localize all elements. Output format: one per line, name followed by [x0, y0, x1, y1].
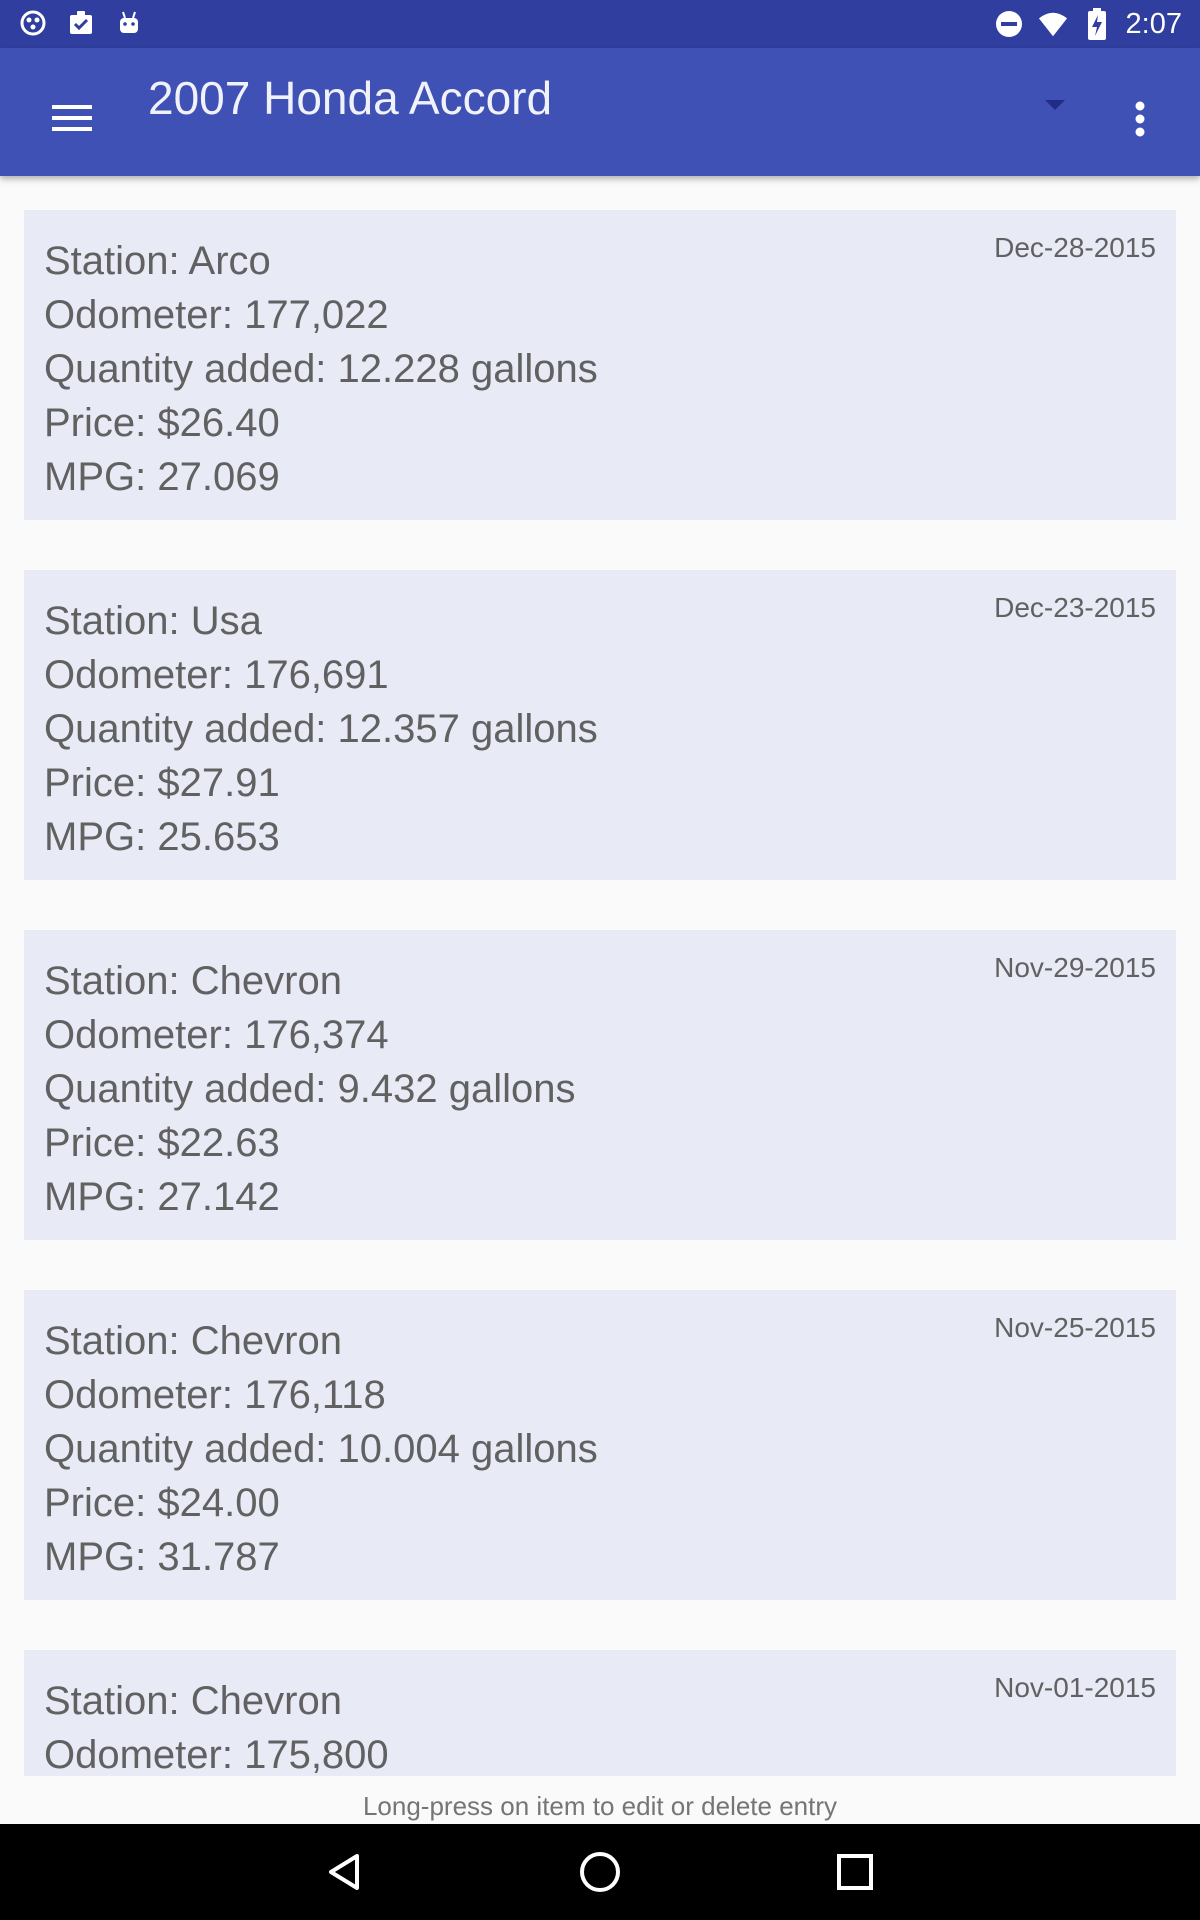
cluster-icon	[18, 8, 48, 38]
fillup-entry[interactable]: Station: Usa Odometer: 176,691 Quantity …	[24, 570, 1176, 880]
edit-hint: Long-press on item to edit or delete ent…	[362, 1791, 838, 1821]
entry-mpg: MPG: 31.787	[44, 1535, 280, 1579]
do-not-disturb-icon	[994, 9, 1024, 39]
entry-price: Price: $27.91	[44, 761, 280, 805]
vehicle-title[interactable]: 2007 Honda Accord	[148, 70, 552, 126]
entry-mpg: MPG: 27.069	[44, 455, 280, 499]
entry-date: Nov-01-2015	[994, 1672, 1156, 1703]
entry-odometer: Odometer: 177,022	[44, 293, 389, 337]
fillup-entry[interactable]: Station: Chevron Odometer: 175,800 Nov-0…	[24, 1650, 1176, 1776]
recents-icon[interactable]	[825, 1842, 885, 1902]
wifi-icon	[1038, 9, 1068, 39]
entry-mpg: MPG: 27.142	[44, 1175, 280, 1219]
entry-station: Station: Chevron	[44, 1679, 342, 1723]
entry-price: Price: $24.00	[44, 1481, 280, 1525]
app-bar: 2007 Honda Accord	[0, 48, 1200, 176]
entry-station: Station: Usa	[44, 599, 262, 643]
hamburger-menu-icon[interactable]	[40, 86, 104, 150]
entry-quantity: Quantity added: 10.004 gallons	[44, 1427, 598, 1471]
entry-date: Dec-23-2015	[994, 592, 1156, 623]
dropdown-arrow-icon[interactable]	[1040, 90, 1070, 120]
entry-odometer: Odometer: 176,374	[44, 1013, 389, 1057]
entry-quantity: Quantity added: 9.432 gallons	[44, 1067, 576, 1111]
android-icon	[114, 8, 144, 38]
entry-odometer: Odometer: 176,118	[44, 1373, 386, 1417]
back-icon[interactable]	[315, 1842, 375, 1902]
entry-station: Station: Chevron	[44, 1319, 342, 1363]
entry-price: Price: $22.63	[44, 1121, 280, 1165]
status-time: 2:07	[1125, 8, 1182, 40]
entry-date: Nov-29-2015	[994, 952, 1156, 983]
fillup-entry[interactable]: Station: Chevron Odometer: 176,118 Quant…	[24, 1290, 1176, 1600]
entry-price: Price: $26.40	[44, 401, 280, 445]
entry-quantity: Quantity added: 12.228 gallons	[44, 347, 598, 391]
entry-odometer: Odometer: 175,800	[44, 1733, 389, 1776]
entry-station: Station: Chevron	[44, 959, 342, 1003]
fillup-list[interactable]: Station: Arco Odometer: 177,022 Quantity…	[24, 210, 1176, 1776]
battery-charging-icon	[1082, 8, 1112, 40]
fillup-entry[interactable]: Station: Arco Odometer: 177,022 Quantity…	[24, 210, 1176, 520]
clipboard-check-icon	[66, 8, 96, 38]
entry-date: Nov-25-2015	[994, 1312, 1156, 1343]
status-bar: 2:07	[0, 0, 1200, 48]
entry-quantity: Quantity added: 12.357 gallons	[44, 707, 598, 751]
entry-date: Dec-28-2015	[994, 232, 1156, 263]
entry-station: Station: Arco	[44, 239, 271, 283]
home-icon[interactable]	[570, 1842, 630, 1902]
entry-odometer: Odometer: 176,691	[44, 653, 389, 697]
entry-mpg: MPG: 25.653	[44, 815, 280, 859]
fillup-entry[interactable]: Station: Chevron Odometer: 176,374 Quant…	[24, 930, 1176, 1240]
overflow-menu-icon[interactable]	[1110, 86, 1170, 152]
navigation-bar	[0, 1824, 1200, 1920]
